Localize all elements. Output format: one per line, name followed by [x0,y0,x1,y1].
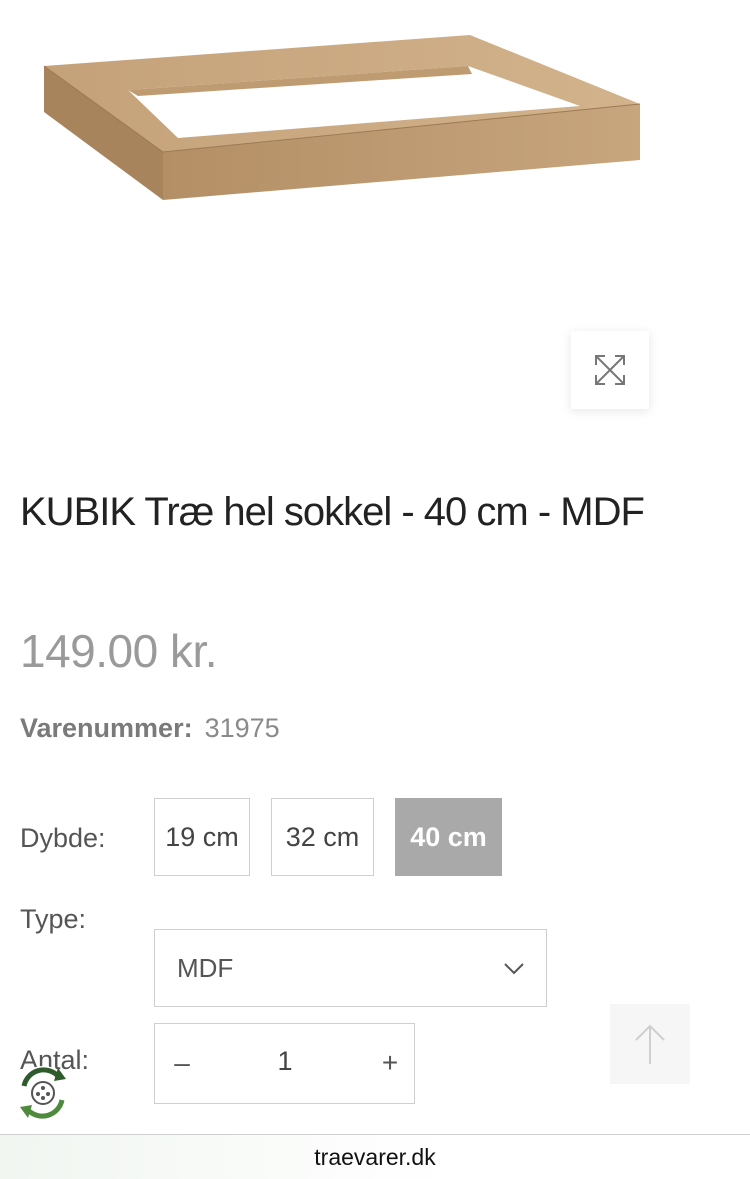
quantity-stepper[interactable]: – 1 + [154,1023,415,1104]
type-label: Type: [20,904,87,934]
depth-option-19[interactable]: 19 cm [154,798,250,876]
zoom-button[interactable] [571,331,649,409]
recycle-badge-icon [16,1066,70,1120]
chevron-down-icon [504,963,524,975]
recycle-badge[interactable] [14,1064,72,1122]
quantity-decrement-button[interactable]: – [167,1044,197,1082]
type-select[interactable]: MDF [154,929,547,1007]
sku-label: Varenummer: [20,713,193,743]
browser-url-bar[interactable]: traevarer.dk [0,1134,750,1179]
url-domain[interactable]: traevarer.dk [314,1144,435,1170]
depth-option-40[interactable]: 40 cm [395,798,502,876]
depth-option-32[interactable]: 32 cm [271,798,374,876]
sku-row: Varenummer: 31975 [20,713,280,744]
product-title: KUBIK Træ hel sokkel - 40 cm - MDF [20,490,645,534]
expand-icon [595,355,625,385]
product-image[interactable] [0,0,750,440]
depth-label: Dybde: [20,823,106,853]
scroll-to-top-button[interactable] [610,1004,690,1084]
arrow-up-icon [635,1024,665,1064]
sku-value: 31975 [204,713,280,743]
product-price: 149.00 kr. [20,625,218,677]
quantity-increment-button[interactable]: + [375,1044,405,1082]
quantity-value[interactable]: 1 [255,1046,315,1077]
type-selected-value: MDF [177,952,234,983]
